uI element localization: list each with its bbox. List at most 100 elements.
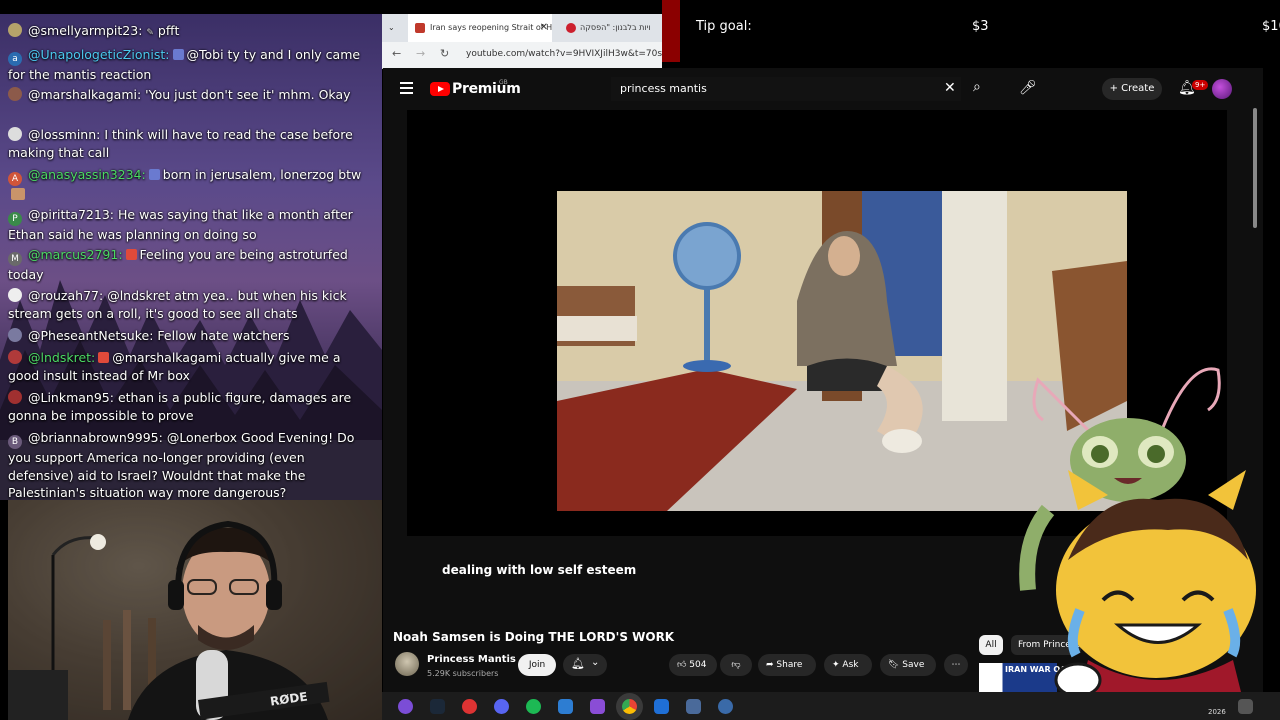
search-input[interactable]: princess mantis — [620, 82, 707, 95]
tab-list-chevron-icon[interactable]: ⌄ — [388, 14, 402, 42]
more-horizontal-icon: ⋯ — [951, 660, 961, 670]
chat-message: B @briannabrown9995: @Lonerbox Good Eveni… — [8, 429, 374, 500]
clear-search-icon[interactable]: ✕ — [944, 80, 956, 96]
chat-username[interactable]: @piritta7213: — [28, 207, 114, 222]
chat-message: @PheseantNetsuke: Fellow hate watchers — [8, 327, 374, 345]
thumbnail-text: IRAN WAR Q&A — [1005, 665, 1074, 674]
account-avatar[interactable] — [1212, 79, 1232, 99]
chat-message: @rouzah77: @lndskret atm yea.. but when … — [8, 287, 374, 322]
bookmark-icon: 🔖︎ — [888, 660, 903, 670]
chat-username[interactable]: @PheseantNetsuke: — [28, 328, 153, 343]
chat-text: pfft — [157, 23, 180, 38]
browser-tab[interactable]: Iran says reopening Strait of Ho ✕ — [408, 14, 552, 42]
chat-message: @smellyarmpit23: ✎ pfft — [8, 22, 374, 43]
filter-chip-all[interactable]: All — [979, 635, 1003, 655]
tab-title: ויות בלבנון: "הפסקה — [580, 23, 651, 32]
ask-button[interactable]: ✦ Ask — [824, 654, 872, 676]
forward-arrow-icon[interactable]: → — [416, 47, 425, 60]
create-button[interactable]: + Create — [1102, 78, 1162, 100]
channel-name[interactable]: Princess Mantis — [427, 654, 516, 665]
like-count: 504 — [689, 660, 707, 670]
more-actions-button[interactable]: ⋯ — [944, 654, 968, 676]
save-label: Save — [902, 660, 925, 670]
user-badge-icon: M — [8, 252, 22, 266]
video-caption: dealing with low self esteem — [442, 563, 637, 577]
reload-icon[interactable]: ↻ — [440, 47, 449, 60]
video-scene — [557, 191, 1127, 511]
video-frame[interactable] — [557, 191, 1127, 511]
youtube-header: Premium GB princess mantis ✕ ⌕ 🎤︎ + Crea… — [383, 68, 1263, 110]
user-avatar-icon — [8, 350, 22, 364]
tab-favicon-icon — [415, 23, 425, 33]
chat-username[interactable]: @marshalkagami: — [28, 87, 141, 102]
like-button[interactable]: 👍︎ 504 — [669, 654, 717, 676]
youtube-brand-label[interactable]: Premium — [452, 81, 521, 97]
chat-message: A @anasyassin3234: born in jerusalem, lone… — [8, 166, 374, 204]
user-avatar-icon — [8, 328, 22, 342]
tip-target-amount: $16 — [1262, 19, 1280, 34]
search-icon[interactable]: ⌕ — [973, 79, 981, 95]
chat-username[interactable]: @lossminn: — [28, 127, 100, 142]
chrome-icon[interactable] — [622, 699, 637, 714]
chat-username[interactable]: @marcus2791: — [28, 247, 123, 262]
face-emote-icon — [11, 188, 25, 200]
calculator-icon[interactable] — [686, 699, 701, 714]
video-player[interactable]: dealing with low self esteem — [407, 110, 1227, 577]
video-title: Noah Samsen is Doing THE LORD'S WORK — [393, 630, 675, 644]
bell-icon: 🔔︎ — [571, 657, 585, 670]
share-icon: ➦ — [766, 660, 777, 670]
stream-chat-panel: @smellyarmpit23: ✎ pfft a @UnapologeticZi… — [0, 14, 382, 500]
sparkle-icon: ✦ — [832, 660, 843, 670]
chat-username[interactable]: @anasyassin3234: — [28, 167, 146, 182]
youtube-logo-icon[interactable] — [430, 82, 450, 96]
user-badge-icon — [8, 23, 22, 37]
chat-message: @lossminn: I think will have to read the… — [8, 126, 374, 161]
chat-username[interactable]: @UnapologeticZionist: — [28, 47, 170, 62]
microphone-icon[interactable]: 🎤︎ — [1019, 80, 1037, 96]
spotify-icon[interactable] — [526, 699, 541, 714]
chat-username[interactable]: @smellyarmpit23: — [28, 23, 142, 38]
save-button[interactable]: 🔖︎ Save — [880, 654, 936, 676]
back-arrow-icon[interactable]: ← — [392, 47, 401, 60]
close-tab-icon[interactable]: ✕ — [540, 14, 548, 42]
user-badge-icon: P — [8, 212, 22, 226]
menu-hamburger-icon[interactable] — [400, 82, 413, 84]
chat-text: 'You just don't see it' mhm. Okay — [145, 87, 351, 102]
page-scrollbar[interactable] — [1253, 108, 1257, 228]
user-avatar-icon — [8, 127, 22, 141]
steam-icon[interactable] — [430, 699, 445, 714]
os-taskbar: 2026 — [382, 692, 1280, 720]
chat-username[interactable]: @rouzah77: — [28, 288, 103, 303]
address-bar[interactable]: ← → ↻ youtube.com/watch?v=9HVIXJilH3w&t=… — [382, 42, 662, 69]
app-icon[interactable] — [590, 699, 605, 714]
browser-tab[interactable]: ויות בלבנון: "הפסקה — [558, 14, 662, 42]
chat-text: Fellow hate watchers — [157, 328, 290, 343]
obs-icon[interactable] — [462, 699, 477, 714]
app-icon[interactable] — [558, 699, 573, 714]
taskbar-clock-year: 2026 — [1208, 708, 1226, 716]
url-text[interactable]: youtube.com/watch?v=9HVIXJilH3w&t=70s — [466, 49, 662, 59]
app-icon[interactable] — [654, 699, 669, 714]
chat-username[interactable]: @lndskret: — [28, 350, 95, 365]
chat-text: born in jerusalem, lonerzog btw — [162, 167, 362, 182]
browser-tab-strip: ⌄ Iran says reopening Strait of Ho ✕ ויו… — [382, 14, 662, 42]
emote-icon — [148, 169, 160, 180]
share-button[interactable]: ➦ Share — [758, 654, 816, 676]
dislike-button[interactable]: 👎︎ — [720, 654, 752, 676]
share-label: Share — [776, 660, 803, 670]
filter-chip-from-channel[interactable]: From Princess — [1011, 635, 1081, 655]
subscription-bell-button[interactable]: 🔔︎ ⌄ — [563, 654, 607, 676]
channel-avatar[interactable] — [395, 652, 419, 676]
user-avatar-icon — [8, 288, 22, 302]
app-launcher-icon[interactable] — [398, 699, 413, 714]
emote-icon — [98, 352, 110, 363]
chat-username[interactable]: @briannabrown9995: — [28, 430, 163, 445]
discord-icon[interactable] — [494, 699, 509, 714]
chat-username[interactable]: @Linkman95: — [28, 390, 114, 405]
plus-icon: + — [1109, 83, 1122, 94]
emote-icon — [172, 49, 184, 60]
notification-center-icon[interactable] — [1238, 699, 1253, 714]
thumbs-up-icon: 👍︎ — [677, 660, 687, 670]
app-icon[interactable] — [718, 699, 733, 714]
join-button[interactable]: Join — [518, 654, 556, 676]
